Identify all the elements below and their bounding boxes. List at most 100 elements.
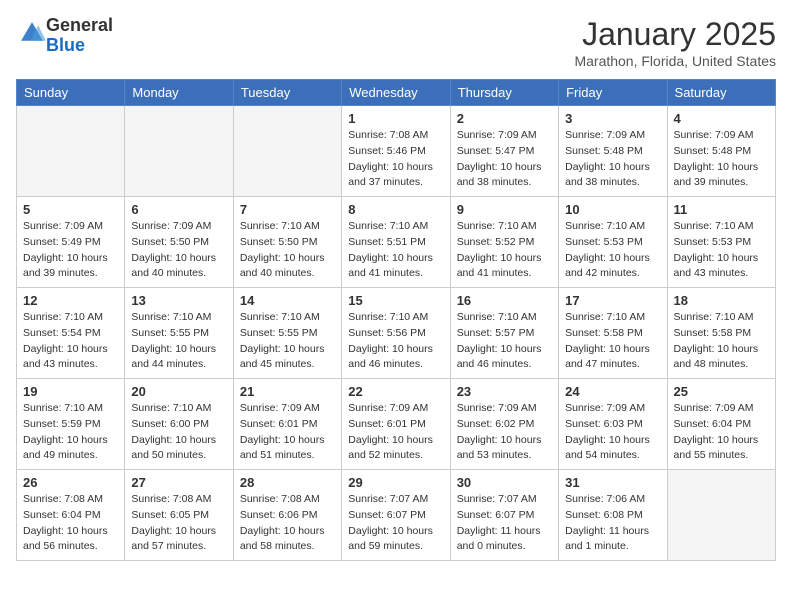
day-number: 30 [457,475,552,490]
day-number: 31 [565,475,660,490]
calendar-day-cell: 30 Sunrise: 7:07 AMSunset: 6:07 PMDayligh… [450,470,558,561]
day-number: 29 [348,475,443,490]
day-number: 2 [457,111,552,126]
day-number: 7 [240,202,335,217]
day-info: Sunrise: 7:07 AMSunset: 6:07 PMDaylight:… [457,492,552,555]
calendar-day-cell [667,470,775,561]
day-info: Sunrise: 7:09 AMSunset: 6:01 PMDaylight:… [348,401,443,464]
day-number: 26 [23,475,118,490]
calendar-day-cell: 5Sunrise: 7:09 AMSunset: 5:49 PMDaylight… [17,197,125,288]
calendar-day-cell: 21 Sunrise: 7:09 AMSunset: 6:01 PMDayligh… [233,379,341,470]
day-info: Sunrise: 7:08 AMSunset: 5:46 PMDaylight:… [348,128,443,191]
calendar-day-cell [17,106,125,197]
day-number: 3 [565,111,660,126]
calendar-day-cell: 17Sunrise: 7:10 AMSunset: 5:58 PMDayligh… [559,288,667,379]
calendar-day-header: Wednesday [342,80,450,106]
day-number: 16 [457,293,552,308]
calendar-day-cell: 25 Sunrise: 7:09 AMSunset: 6:04 PMDayligh… [667,379,775,470]
day-info: Sunrise: 7:10 AMSunset: 5:55 PMDaylight:… [131,310,226,373]
day-number: 20 [131,384,226,399]
day-number: 22 [348,384,443,399]
calendar-day-cell: 22 Sunrise: 7:09 AMSunset: 6:01 PMDayligh… [342,379,450,470]
calendar-day-cell: 18 Sunrise: 7:10 AMSunset: 5:58 PMDayligh… [667,288,775,379]
calendar-day-cell: 31 Sunrise: 7:06 AMSunset: 6:08 PMDayligh… [559,470,667,561]
logo-general-text: General [46,15,113,35]
calendar-week-row: 5Sunrise: 7:09 AMSunset: 5:49 PMDaylight… [17,197,776,288]
calendar-day-cell [125,106,233,197]
day-info: Sunrise: 7:10 AMSunset: 5:56 PMDaylight:… [348,310,443,373]
day-info: Sunrise: 7:06 AMSunset: 6:08 PMDaylight:… [565,492,660,555]
calendar-day-cell: 10 Sunrise: 7:10 AMSunset: 5:53 PMDayligh… [559,197,667,288]
day-info: Sunrise: 7:09 AMSunset: 5:47 PMDaylight:… [457,128,552,191]
day-number: 25 [674,384,769,399]
day-info: Sunrise: 7:09 AMSunset: 6:02 PMDaylight:… [457,401,552,464]
day-number: 11 [674,202,769,217]
day-info: Sunrise: 7:10 AMSunset: 5:58 PMDaylight:… [674,310,769,373]
day-number: 6 [131,202,226,217]
day-info: Sunrise: 7:10 AMSunset: 5:55 PMDaylight:… [240,310,335,373]
calendar-day-cell: 8Sunrise: 7:10 AMSunset: 5:51 PMDaylight… [342,197,450,288]
calendar-day-cell: 29 Sunrise: 7:07 AMSunset: 6:07 PMDayligh… [342,470,450,561]
calendar-day-header: Tuesday [233,80,341,106]
calendar-day-cell: 23 Sunrise: 7:09 AMSunset: 6:02 PMDayligh… [450,379,558,470]
day-info: Sunrise: 7:08 AMSunset: 6:06 PMDaylight:… [240,492,335,555]
calendar-day-cell: 9Sunrise: 7:10 AMSunset: 5:52 PMDaylight… [450,197,558,288]
day-number: 13 [131,293,226,308]
day-number: 15 [348,293,443,308]
day-info: Sunrise: 7:09 AMSunset: 6:04 PMDaylight:… [674,401,769,464]
logo-icon [18,19,46,47]
calendar-day-cell: 7Sunrise: 7:10 AMSunset: 5:50 PMDaylight… [233,197,341,288]
calendar-day-cell: 6 Sunrise: 7:09 AMSunset: 5:50 PMDaylight… [125,197,233,288]
day-number: 27 [131,475,226,490]
calendar-day-cell: 26Sunrise: 7:08 AMSunset: 6:04 PMDayligh… [17,470,125,561]
calendar-day-cell: 1Sunrise: 7:08 AMSunset: 5:46 PMDaylight… [342,106,450,197]
day-info: Sunrise: 7:10 AMSunset: 5:53 PMDaylight:… [674,219,769,282]
page-header: General Blue January 2025 Marathon, Flor… [16,16,776,69]
day-info: Sunrise: 7:10 AMSunset: 6:00 PMDaylight:… [131,401,226,464]
calendar-day-cell: 16 Sunrise: 7:10 AMSunset: 5:57 PMDayligh… [450,288,558,379]
day-info: Sunrise: 7:10 AMSunset: 5:52 PMDaylight:… [457,219,552,282]
day-info: Sunrise: 7:09 AMSunset: 5:49 PMDaylight:… [23,219,118,282]
calendar-day-cell: 27 Sunrise: 7:08 AMSunset: 6:05 PMDayligh… [125,470,233,561]
calendar-day-cell: 2 Sunrise: 7:09 AMSunset: 5:47 PMDaylight… [450,106,558,197]
calendar-day-cell: 15 Sunrise: 7:10 AMSunset: 5:56 PMDayligh… [342,288,450,379]
day-info: Sunrise: 7:10 AMSunset: 5:53 PMDaylight:… [565,219,660,282]
calendar-day-cell [233,106,341,197]
day-number: 28 [240,475,335,490]
calendar-day-cell: 13 Sunrise: 7:10 AMSunset: 5:55 PMDayligh… [125,288,233,379]
day-info: Sunrise: 7:08 AMSunset: 6:05 PMDaylight:… [131,492,226,555]
calendar-day-cell: 19Sunrise: 7:10 AMSunset: 5:59 PMDayligh… [17,379,125,470]
calendar-day-cell: 20 Sunrise: 7:10 AMSunset: 6:00 PMDayligh… [125,379,233,470]
calendar-day-header: Friday [559,80,667,106]
day-info: Sunrise: 7:10 AMSunset: 5:59 PMDaylight:… [23,401,118,464]
day-info: Sunrise: 7:09 AMSunset: 5:50 PMDaylight:… [131,219,226,282]
day-info: Sunrise: 7:07 AMSunset: 6:07 PMDaylight:… [348,492,443,555]
day-number: 18 [674,293,769,308]
day-info: Sunrise: 7:09 AMSunset: 5:48 PMDaylight:… [674,128,769,191]
calendar-day-cell: 12Sunrise: 7:10 AMSunset: 5:54 PMDayligh… [17,288,125,379]
calendar-week-row: 12Sunrise: 7:10 AMSunset: 5:54 PMDayligh… [17,288,776,379]
calendar-day-header: Thursday [450,80,558,106]
calendar-day-header: Monday [125,80,233,106]
day-number: 10 [565,202,660,217]
logo-blue-text: Blue [46,35,85,55]
day-number: 4 [674,111,769,126]
day-info: Sunrise: 7:10 AMSunset: 5:51 PMDaylight:… [348,219,443,282]
day-info: Sunrise: 7:09 AMSunset: 6:01 PMDaylight:… [240,401,335,464]
day-number: 21 [240,384,335,399]
day-info: Sunrise: 7:09 AMSunset: 6:03 PMDaylight:… [565,401,660,464]
day-info: Sunrise: 7:09 AMSunset: 5:48 PMDaylight:… [565,128,660,191]
day-number: 17 [565,293,660,308]
day-info: Sunrise: 7:10 AMSunset: 5:57 PMDaylight:… [457,310,552,373]
calendar-day-cell: 24Sunrise: 7:09 AMSunset: 6:03 PMDayligh… [559,379,667,470]
logo: General Blue [16,16,113,56]
calendar-week-row: 1Sunrise: 7:08 AMSunset: 5:46 PMDaylight… [17,106,776,197]
calendar-day-cell: 11 Sunrise: 7:10 AMSunset: 5:53 PMDayligh… [667,197,775,288]
day-info: Sunrise: 7:10 AMSunset: 5:54 PMDaylight:… [23,310,118,373]
day-number: 23 [457,384,552,399]
calendar-day-cell: 3 Sunrise: 7:09 AMSunset: 5:48 PMDaylight… [559,106,667,197]
calendar-day-cell: 4 Sunrise: 7:09 AMSunset: 5:48 PMDaylight… [667,106,775,197]
calendar-day-header: Saturday [667,80,775,106]
calendar-day-header: Sunday [17,80,125,106]
calendar-table: SundayMondayTuesdayWednesdayThursdayFrid… [16,79,776,561]
